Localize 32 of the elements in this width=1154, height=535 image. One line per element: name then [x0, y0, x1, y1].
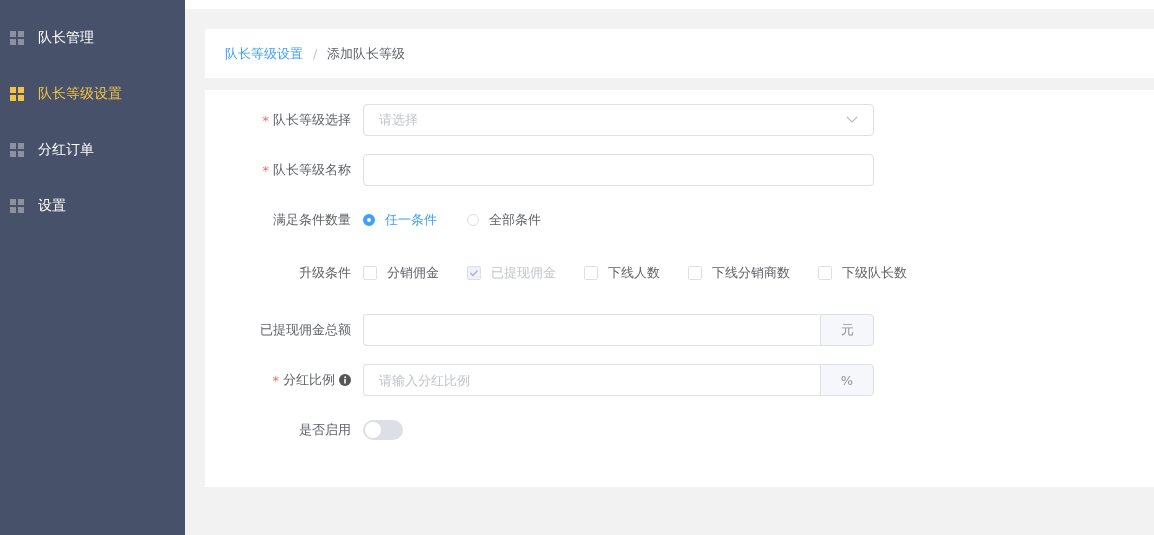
- unit-addon: %: [820, 364, 874, 396]
- field-label: 已提现佣金总额: [260, 321, 351, 339]
- unit-addon: 元: [820, 314, 874, 346]
- checkbox-option[interactable]: 下线分销商数: [688, 263, 790, 282]
- chevron-down-icon: [846, 116, 858, 124]
- grid-icon: [10, 31, 24, 45]
- required-mark: *: [262, 112, 269, 128]
- sidebar-item[interactable]: 分红订单: [0, 122, 185, 178]
- required-mark: *: [272, 372, 279, 388]
- input-field[interactable]: 请输入分红比例: [363, 364, 820, 396]
- input-field[interactable]: [363, 314, 820, 346]
- field-label: 队长等级名称: [273, 161, 351, 179]
- input-field[interactable]: [363, 154, 874, 186]
- breadcrumb-separator: /: [313, 46, 318, 61]
- checkbox-option[interactable]: 下线人数: [584, 263, 660, 282]
- sidebar-item[interactable]: 队长管理: [0, 10, 185, 66]
- radio-option[interactable]: 全部条件: [467, 211, 541, 229]
- field-label: 队长等级选择: [273, 111, 351, 129]
- grid-icon: [10, 199, 24, 213]
- checkbox-option[interactable]: 分销佣金: [363, 263, 439, 282]
- sidebar-item[interactable]: 队长等级设置: [0, 66, 185, 122]
- field-label: 分红比例: [283, 371, 335, 389]
- sidebar-item[interactable]: 设置: [0, 178, 185, 234]
- field-label: 是否启用: [299, 421, 351, 439]
- grid-icon: [10, 87, 24, 101]
- toggle-switch[interactable]: [363, 420, 403, 440]
- required-mark: *: [262, 162, 269, 178]
- checkbox-option[interactable]: 下级队长数: [818, 263, 907, 282]
- breadcrumb-current: 添加队长等级: [327, 44, 406, 63]
- field-label: 满足条件数量: [273, 211, 351, 229]
- field-label: 升级条件: [299, 263, 351, 282]
- grid-icon: [10, 143, 24, 157]
